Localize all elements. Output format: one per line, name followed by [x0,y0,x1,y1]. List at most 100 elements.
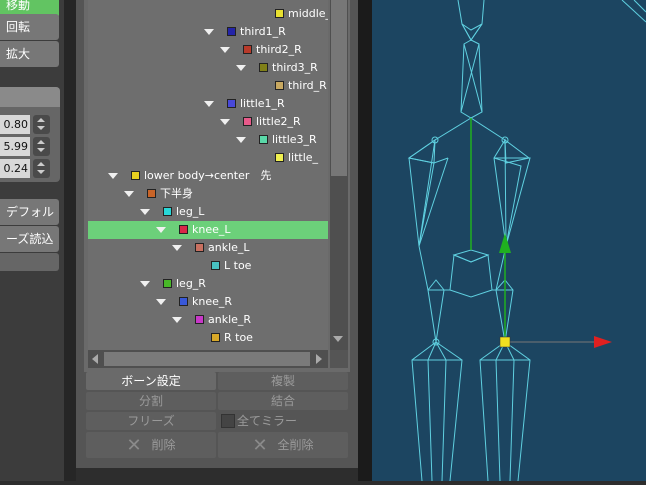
tree-row[interactable]: 下半身 [88,185,328,203]
bone-label: leg_R [176,277,206,290]
arrow-down-icon [37,148,45,152]
tree-row[interactable]: little1_R [88,95,328,113]
tree-row[interactable]: ankle_L [88,239,328,257]
triangle-down-icon[interactable] [236,65,246,71]
bone-color-swatch [163,207,172,216]
bone-color-swatch [211,333,220,342]
bone-color-swatch [131,171,140,180]
scroll-right-icon[interactable] [316,354,322,364]
rotate-button[interactable]: 回転 [0,14,59,40]
bone-label: R toe [224,331,253,344]
3d-viewport[interactable] [372,0,646,482]
triangle-down-icon[interactable] [204,101,214,107]
x-axis-arrow-icon[interactable] [594,336,612,348]
triangle-down-icon[interactable] [156,227,166,233]
load-pose-button[interactable]: ーズ読込 [0,226,59,252]
vertical-scroll-thumb[interactable] [331,0,347,176]
bone-label: 下半身 [160,187,193,200]
bone-color-swatch [211,261,220,270]
transform-values-header [0,87,60,107]
bone-color-swatch [243,45,252,54]
triangle-down-icon[interactable] [220,47,230,53]
mirror-all-label: 全てミラー [237,414,298,428]
delete-label: 削除 [151,438,176,452]
tree-row[interactable]: third3_R [88,59,328,77]
triangle-down-icon[interactable] [172,245,182,251]
value-field-x[interactable]: 0.80 [0,115,30,134]
tree-row[interactable]: leg_R [88,275,328,293]
tree-row[interactable]: third1_R [88,23,328,41]
default-button[interactable]: デフォルト [0,199,59,245]
bone-label: ankle_R [208,313,252,326]
scroll-down-icon[interactable] [333,336,343,342]
triangle-down-icon[interactable] [172,317,182,323]
triangle-down-icon[interactable] [156,299,166,305]
panel-divider [64,0,76,481]
tree-row-selected[interactable]: knee_L [88,221,328,239]
triangle-down-icon[interactable] [220,119,230,125]
delete-button[interactable]: ✕ 削除 [86,432,216,458]
tree-row[interactable]: R toe [88,329,328,347]
triangle-down-icon[interactable] [140,281,150,287]
bone-color-swatch [147,189,156,198]
bone-color-swatch [227,99,236,108]
arrow-down-icon [37,170,45,174]
tree-row[interactable]: leg_L [88,203,328,221]
bone-label: third2_R [256,43,302,56]
arrow-up-icon [37,140,45,144]
freeze-button[interactable]: フリーズ [86,412,216,430]
value-field-y[interactable]: 5.99 [0,137,30,156]
spinner-z[interactable] [33,159,50,178]
x-icon: ✕ [126,435,142,456]
bone-label: L toe [224,259,252,272]
triangle-down-icon[interactable] [236,137,246,143]
bone-label: little3_R [272,133,317,146]
duplicate-button[interactable]: 複製 [218,372,348,390]
tree-row[interactable]: little3_R [88,131,328,149]
tree-row[interactable]: ankle_R [88,311,328,329]
tree-row[interactable]: middle_ [88,5,328,23]
bone-label: third3_R [272,61,318,74]
bone-color-swatch [179,297,188,306]
triangle-down-icon[interactable] [108,173,118,179]
bone-setting-button[interactable]: ボーン設定 [86,372,216,390]
tree-row[interactable]: lower body→center 先 [88,167,328,185]
bone-color-swatch [259,63,268,72]
scroll-corner [330,350,348,368]
triangle-down-icon[interactable] [140,209,150,215]
skeleton-wireframe [407,0,646,482]
tree-row[interactable]: knee_R [88,293,328,311]
tree-row[interactable]: L toe [88,257,328,275]
scroll-left-icon[interactable] [92,354,98,364]
bone-label: lower body→center 先 [144,169,272,182]
bone-label: middle_ [288,7,328,20]
tree-row[interactable]: little2_R [88,113,328,131]
tree-row[interactable]: third2_R [88,41,328,59]
tree-row[interactable]: third_R [88,77,328,95]
mirror-all-checkbox[interactable] [221,414,235,428]
bone-color-swatch [195,315,204,324]
bone-label: knee_R [192,295,233,308]
bone-color-swatch [259,135,268,144]
scale-button[interactable]: 拡大 [0,41,59,67]
selected-joint[interactable] [499,336,511,348]
tree-row[interactable]: little_ [88,149,328,167]
join-button[interactable]: 結合 [218,392,348,410]
bone-label: little1_R [240,97,285,110]
delete-all-button[interactable]: ✕ 全削除 [218,432,348,458]
bone-tree[interactable]: middle_ third1_R third2_R third3_R third… [88,0,328,350]
window-gutter [358,0,372,481]
bone-color-swatch [275,81,284,90]
spinner-x[interactable] [33,115,50,134]
value-field-z[interactable]: 0.24 [0,159,30,178]
bone-label: ankle_L [208,241,250,254]
split-button[interactable]: 分割 [86,392,216,410]
arrow-up-icon [37,162,45,166]
bone-label: leg_L [176,205,205,218]
spinner-y[interactable] [33,137,50,156]
blank-button[interactable] [0,253,59,271]
horizontal-scroll-thumb[interactable] [104,352,310,366]
triangle-down-icon[interactable] [204,29,214,35]
triangle-down-icon[interactable] [124,191,134,197]
bone-color-swatch [179,225,188,234]
